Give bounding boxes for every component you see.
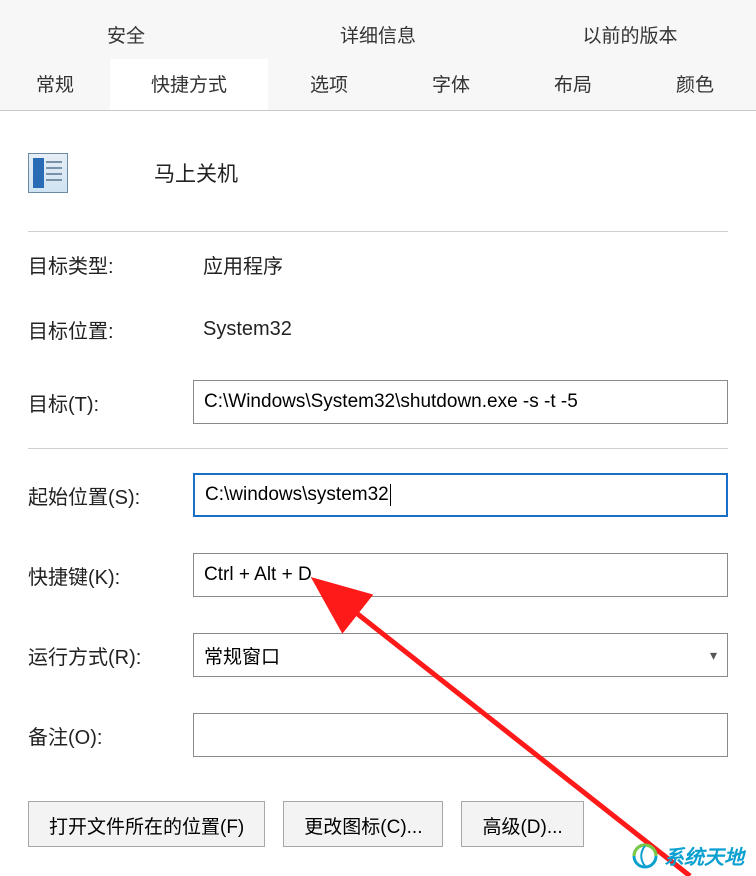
label-run: 运行方式(R):	[28, 641, 183, 670]
row-start-in: 起始位置(S): C:\windows\system32	[28, 455, 728, 535]
input-start-in-text: C:\windows\system32	[205, 484, 389, 506]
input-target[interactable]	[193, 380, 728, 424]
watermark: 系统天地	[632, 841, 744, 870]
shortcut-name: 马上关机	[94, 158, 238, 188]
tab-row-top: 安全 详细信息 以前的版本	[0, 10, 756, 59]
divider	[28, 448, 728, 455]
row-run: 运行方式(R): 常规窗口 ▾	[28, 615, 728, 695]
tab-colors[interactable]: 颜色	[634, 59, 756, 110]
label-hotkey: 快捷键(K):	[28, 561, 183, 590]
tab-layout[interactable]: 布局	[512, 59, 634, 110]
globe-icon	[632, 843, 658, 869]
tab-options[interactable]: 选项	[268, 59, 390, 110]
label-target: 目标(T):	[28, 388, 183, 417]
input-start-in[interactable]: C:\windows\system32	[193, 473, 728, 517]
value-target-type: 应用程序	[193, 250, 283, 279]
open-file-location-button[interactable]: 打开文件所在的位置(F)	[28, 801, 265, 847]
row-target-type: 目标类型: 应用程序	[28, 232, 728, 297]
tab-general[interactable]: 常规	[0, 59, 110, 110]
label-target-type: 目标类型:	[28, 250, 183, 279]
select-run[interactable]: 常规窗口 ▾	[193, 633, 728, 677]
row-target: 目标(T):	[28, 362, 728, 442]
text-caret	[390, 484, 391, 506]
row-hotkey: 快捷键(K):	[28, 535, 728, 615]
select-run-value: 常规窗口	[204, 642, 280, 669]
change-icon-button[interactable]: 更改图标(C)...	[283, 801, 443, 847]
shortcut-type-icon	[28, 153, 68, 193]
row-comment: 备注(O):	[28, 695, 728, 775]
tab-previous-versions[interactable]: 以前的版本	[504, 10, 756, 59]
input-hotkey[interactable]	[193, 553, 728, 597]
label-target-location: 目标位置:	[28, 315, 183, 344]
label-start-in: 起始位置(S):	[28, 481, 183, 510]
tab-shortcut[interactable]: 快捷方式	[110, 59, 268, 110]
value-target-location: System32	[193, 318, 292, 341]
advanced-button[interactable]: 高级(D)...	[461, 801, 583, 847]
button-row: 打开文件所在的位置(F) 更改图标(C)... 高级(D)...	[28, 775, 728, 857]
tab-content: 马上关机 目标类型: 应用程序 目标位置: System32 目标(T): 起始…	[0, 111, 756, 857]
properties-dialog: 安全 详细信息 以前的版本 常规 快捷方式 选项 字体 布局 颜色 马上关机 目…	[0, 0, 756, 876]
tab-strip: 安全 详细信息 以前的版本 常规 快捷方式 选项 字体 布局 颜色	[0, 0, 756, 111]
tab-row-bottom: 常规 快捷方式 选项 字体 布局 颜色	[0, 59, 756, 111]
tab-font[interactable]: 字体	[390, 59, 512, 110]
shortcut-header: 马上关机	[28, 139, 728, 232]
tab-details[interactable]: 详细信息	[252, 10, 504, 59]
watermark-text: 系统天地	[664, 841, 744, 870]
chevron-down-icon: ▾	[710, 647, 717, 664]
input-comment[interactable]	[193, 713, 728, 757]
tab-security[interactable]: 安全	[0, 10, 252, 59]
label-comment: 备注(O):	[28, 721, 183, 750]
row-target-location: 目标位置: System32	[28, 297, 728, 362]
